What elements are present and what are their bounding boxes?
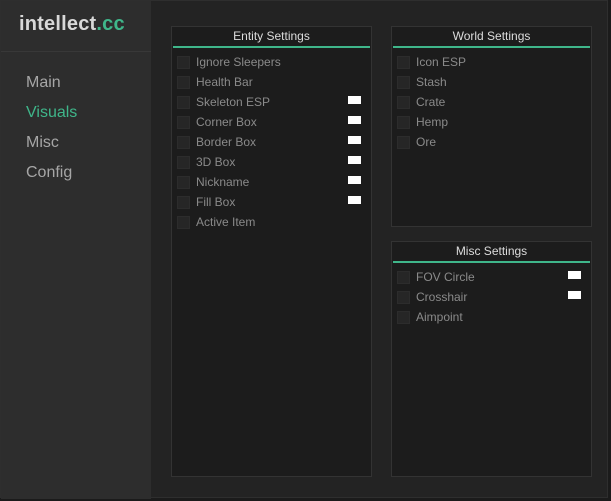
option-border-box[interactable]: Border Box: [172, 133, 371, 153]
checkbox[interactable]: [397, 311, 410, 324]
option-label: Skeleton ESP: [196, 95, 271, 109]
option-label: Nickname: [196, 175, 250, 189]
option-icon-esp[interactable]: Icon ESP: [392, 53, 591, 73]
checkbox[interactable]: [177, 196, 190, 209]
logo-text: intellect: [19, 13, 97, 35]
misc-settings-panel: Misc Settings FOV Circle Crosshair Aimpo…: [391, 241, 592, 477]
checkbox[interactable]: [177, 56, 190, 69]
option-label: Stash: [416, 75, 447, 89]
color-picker-swatch[interactable]: [348, 176, 361, 184]
world-settings-list: Icon ESP Stash Crate Hemp Ore: [392, 48, 591, 153]
sidebar: intellect.cc Main Visuals Misc Config: [1, 1, 151, 499]
option-crate[interactable]: Crate: [392, 93, 591, 113]
option-active-item[interactable]: Active Item: [172, 213, 371, 233]
option-stash[interactable]: Stash: [392, 73, 591, 93]
checkbox[interactable]: [397, 116, 410, 129]
entity-settings-panel: Entity Settings Ignore Sleepers Health B…: [171, 26, 372, 477]
option-label: FOV Circle: [416, 270, 475, 284]
entity-settings-title: Entity Settings: [173, 27, 370, 48]
option-crosshair[interactable]: Crosshair: [392, 288, 591, 308]
option-label: Ore: [416, 135, 437, 149]
option-ore[interactable]: Ore: [392, 133, 591, 153]
option-skeleton-esp[interactable]: Skeleton ESP: [172, 93, 371, 113]
sidebar-divider: [1, 51, 151, 52]
option-label: Hemp: [416, 115, 449, 129]
option-label: Aimpoint: [416, 310, 463, 324]
option-label: Crate: [416, 95, 446, 109]
option-aimpoint[interactable]: Aimpoint: [392, 308, 591, 328]
logo-accent-text: .cc: [96, 13, 125, 35]
checkbox[interactable]: [397, 291, 410, 304]
color-picker-swatch[interactable]: [568, 291, 581, 299]
option-fill-box[interactable]: Fill Box: [172, 193, 371, 213]
checkbox[interactable]: [397, 56, 410, 69]
checkbox[interactable]: [397, 136, 410, 149]
app-logo: intellect.cc: [19, 13, 125, 36]
option-label: Crosshair: [416, 290, 468, 304]
option-3d-box[interactable]: 3D Box: [172, 153, 371, 173]
sidebar-nav: Main Visuals Misc Config: [26, 73, 77, 193]
color-picker-swatch[interactable]: [568, 271, 581, 279]
sidebar-item-config[interactable]: Config: [26, 163, 77, 193]
entity-settings-list: Ignore Sleepers Health Bar Skeleton ESP …: [172, 48, 371, 233]
option-label: Fill Box: [196, 195, 236, 209]
sidebar-item-main[interactable]: Main: [26, 73, 77, 103]
color-picker-swatch[interactable]: [348, 156, 361, 164]
checkbox[interactable]: [177, 96, 190, 109]
checkbox[interactable]: [397, 96, 410, 109]
option-fov-circle[interactable]: FOV Circle: [392, 268, 591, 288]
misc-settings-title: Misc Settings: [393, 242, 590, 263]
checkbox[interactable]: [397, 76, 410, 89]
color-picker-swatch[interactable]: [348, 96, 361, 104]
option-hemp[interactable]: Hemp: [392, 113, 591, 133]
option-label: Icon ESP: [416, 55, 467, 69]
option-ignore-sleepers[interactable]: Ignore Sleepers: [172, 53, 371, 73]
option-label: Ignore Sleepers: [196, 55, 281, 69]
option-label: Health Bar: [196, 75, 253, 89]
world-settings-panel: World Settings Icon ESP Stash Crate Hemp…: [391, 26, 592, 227]
misc-settings-list: FOV Circle Crosshair Aimpoint: [392, 263, 591, 328]
color-picker-swatch[interactable]: [348, 136, 361, 144]
checkbox[interactable]: [177, 216, 190, 229]
checkbox[interactable]: [397, 271, 410, 284]
checkbox[interactable]: [177, 76, 190, 89]
option-label: 3D Box: [196, 155, 236, 169]
option-label: Border Box: [196, 135, 257, 149]
color-picker-swatch[interactable]: [348, 196, 361, 204]
sidebar-item-visuals[interactable]: Visuals: [26, 103, 77, 133]
option-corner-box[interactable]: Corner Box: [172, 113, 371, 133]
menu-window: intellect.cc Main Visuals Misc Config En…: [0, 0, 608, 499]
checkbox[interactable]: [177, 136, 190, 149]
checkbox[interactable]: [177, 156, 190, 169]
checkbox[interactable]: [177, 176, 190, 189]
checkbox[interactable]: [177, 116, 190, 129]
sidebar-item-misc[interactable]: Misc: [26, 133, 77, 163]
option-nickname[interactable]: Nickname: [172, 173, 371, 193]
option-label: Corner Box: [196, 115, 257, 129]
color-picker-swatch[interactable]: [348, 116, 361, 124]
option-health-bar[interactable]: Health Bar: [172, 73, 371, 93]
option-label: Active Item: [196, 215, 256, 229]
world-settings-title: World Settings: [393, 27, 590, 48]
